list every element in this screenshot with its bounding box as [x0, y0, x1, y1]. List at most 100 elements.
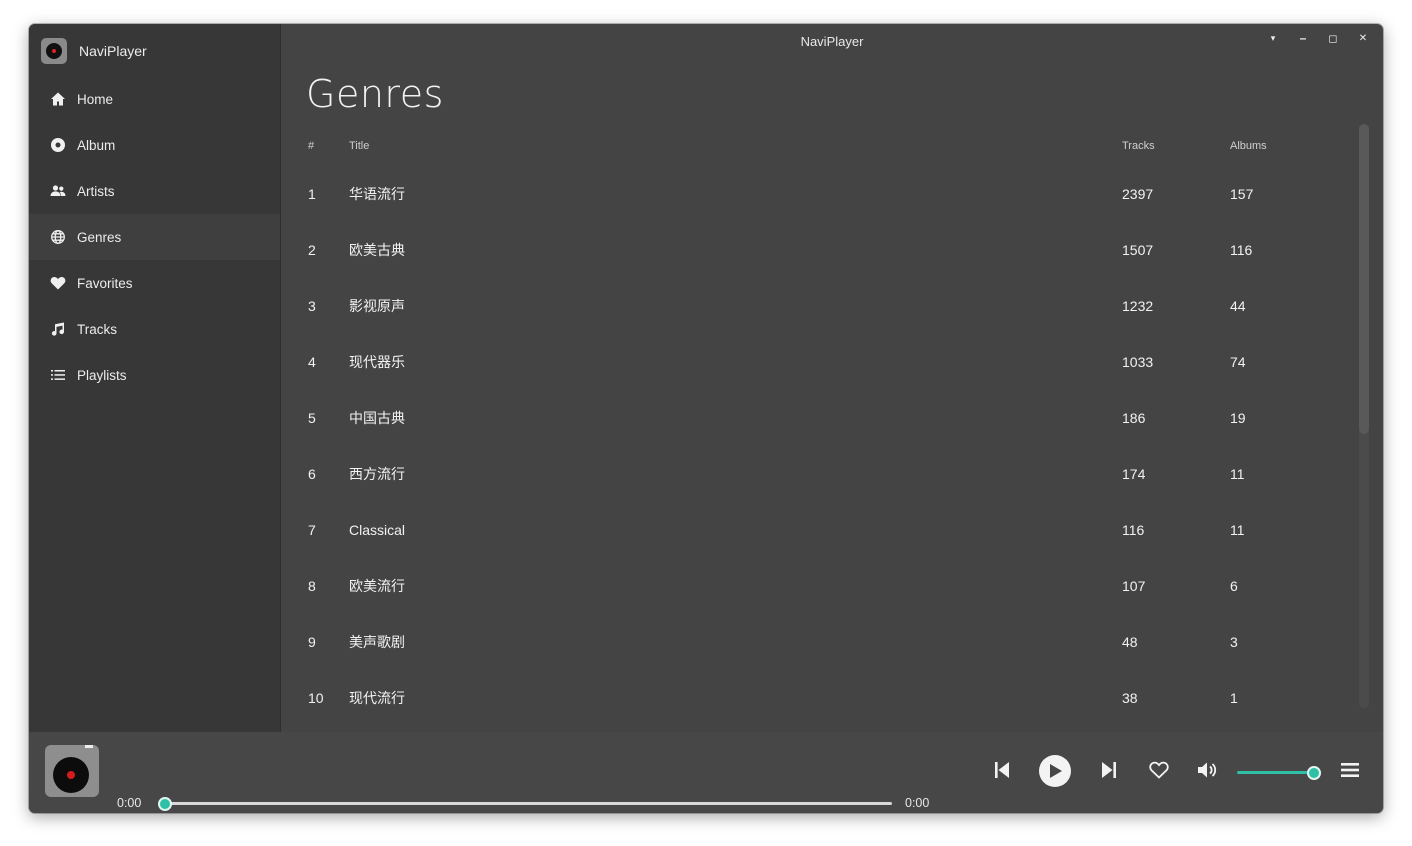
column-header-tracks[interactable]: Tracks [1122, 140, 1155, 152]
album-count: 116 [1230, 242, 1253, 258]
album-count: 1 [1230, 690, 1238, 706]
next-button[interactable] [1094, 753, 1124, 787]
album-icon [51, 138, 65, 152]
app-window: NaviPlayer Home Album Artists Genres Fav… [29, 24, 1383, 813]
sidebar-item-label: Artists [77, 183, 115, 199]
table-row[interactable]: 6 西方流行 174 11 [281, 446, 1351, 502]
genre-title: 美声歌剧 [349, 634, 405, 650]
volume-button[interactable] [1193, 753, 1223, 787]
volume-handle[interactable] [1307, 766, 1321, 780]
row-number: 4 [308, 354, 316, 370]
sidebar-item-genres[interactable]: Genres [29, 214, 280, 260]
queue-menu-button[interactable] [1335, 753, 1365, 787]
row-number: 9 [308, 634, 316, 650]
row-number: 7 [308, 522, 316, 538]
sidebar-item-tracks[interactable]: Tracks [29, 306, 280, 352]
artists-icon [50, 185, 66, 196]
genre-title: 欧美古典 [349, 242, 405, 258]
album-count: 157 [1230, 186, 1254, 202]
genre-title: 现代器乐 [349, 354, 405, 370]
sidebar-item-label: Tracks [77, 321, 117, 337]
row-number: 8 [308, 578, 316, 594]
genre-title: 欧美流行 [349, 578, 405, 594]
track-count: 2397 [1122, 186, 1154, 202]
list-icon [51, 370, 65, 380]
table-row[interactable]: 8 欧美流行 107 6 [281, 558, 1351, 614]
track-count: 38 [1122, 690, 1138, 706]
track-count: 48 [1122, 634, 1138, 650]
table-row[interactable]: 4 现代器乐 1033 74 [281, 334, 1351, 390]
album-cover[interactable] [45, 745, 99, 797]
sidebar-item-artists[interactable]: Artists [29, 168, 280, 214]
genre-title: 现代流行 [349, 690, 405, 706]
brand: NaviPlayer [41, 38, 147, 64]
progress-slider[interactable] [158, 797, 892, 811]
album-count: 44 [1230, 298, 1246, 314]
vertical-scrollbar[interactable] [1359, 124, 1369, 708]
table-row[interactable]: 7 Classical 116 11 [281, 502, 1351, 558]
table-row[interactable]: 1 华语流行 2397 157 [281, 166, 1351, 222]
play-icon [1050, 764, 1062, 778]
track-count: 1507 [1122, 242, 1154, 258]
table-row[interactable]: 3 影视原声 1232 44 [281, 278, 1351, 334]
skip-next-icon [1102, 762, 1116, 778]
sidebar-item-label: Album [77, 137, 116, 153]
app-logo-icon [41, 38, 67, 64]
column-header-title[interactable]: Title [349, 140, 369, 152]
album-count: 11 [1230, 466, 1245, 482]
row-number: 1 [308, 186, 316, 202]
main-content: Genres # Title Tracks Albums 1 华语流行 2397… [281, 24, 1383, 732]
row-number: 10 [308, 690, 324, 706]
table-row[interactable]: 10 现代流行 38 1 [281, 670, 1351, 726]
row-number: 2 [308, 242, 316, 258]
sidebar-item-album[interactable]: Album [29, 122, 280, 168]
album-count: 11 [1230, 522, 1245, 538]
genre-title: 中国古典 [349, 410, 405, 426]
elapsed-time: 0:00 [117, 796, 142, 810]
column-header-num: # [308, 140, 315, 152]
track-count: 174 [1122, 466, 1146, 482]
row-number: 6 [308, 466, 316, 482]
genre-title: Classical [349, 522, 406, 538]
track-count: 1033 [1122, 354, 1154, 370]
menu-icon [1341, 763, 1359, 777]
scrollbar-thumb[interactable] [1359, 124, 1369, 434]
skip-previous-icon [995, 762, 1009, 778]
sidebar-item-home[interactable]: Home [29, 76, 280, 122]
genre-title: 华语流行 [349, 186, 405, 202]
table-row[interactable]: 2 欧美古典 1507 116 [281, 222, 1351, 278]
volume-icon [1198, 762, 1217, 778]
album-count: 19 [1230, 410, 1246, 426]
album-count: 3 [1230, 634, 1238, 650]
favorite-button[interactable] [1144, 753, 1174, 787]
progress-handle[interactable] [158, 797, 172, 811]
row-number: 5 [308, 410, 316, 426]
sidebar: NaviPlayer Home Album Artists Genres Fav… [29, 24, 281, 732]
total-time: 0:00 [905, 796, 930, 810]
sidebar-item-label: Genres [77, 229, 122, 245]
globe-icon [51, 230, 65, 244]
brand-name: NaviPlayer [79, 43, 147, 59]
album-count: 6 [1230, 578, 1238, 594]
sidebar-item-label: Home [77, 91, 114, 107]
track-count: 1232 [1122, 298, 1154, 314]
vinyl-disc-icon [53, 757, 89, 793]
table-row[interactable]: 5 中国古典 186 19 [281, 390, 1351, 446]
volume-slider[interactable] [1237, 766, 1321, 780]
sidebar-item-favorites[interactable]: Favorites [29, 260, 280, 306]
page-title: Genres [306, 72, 444, 116]
track-count: 186 [1122, 410, 1146, 426]
sidebar-nav: Home Album Artists Genres Favorites Trac… [29, 76, 280, 398]
previous-button[interactable] [987, 753, 1017, 787]
sidebar-item-playlists[interactable]: Playlists [29, 352, 280, 398]
heart-outline-icon [1149, 761, 1169, 779]
track-count: 116 [1122, 522, 1145, 538]
track-count: 107 [1122, 578, 1146, 594]
column-header-albums[interactable]: Albums [1230, 140, 1267, 152]
album-count: 74 [1230, 354, 1246, 370]
music-note-icon [51, 322, 65, 336]
genre-title: 影视原声 [349, 298, 405, 314]
table-row[interactable]: 9 美声歌剧 48 3 [281, 614, 1351, 670]
play-button[interactable] [1039, 755, 1071, 787]
player-bar: 0:00 0:00 [29, 732, 1383, 813]
